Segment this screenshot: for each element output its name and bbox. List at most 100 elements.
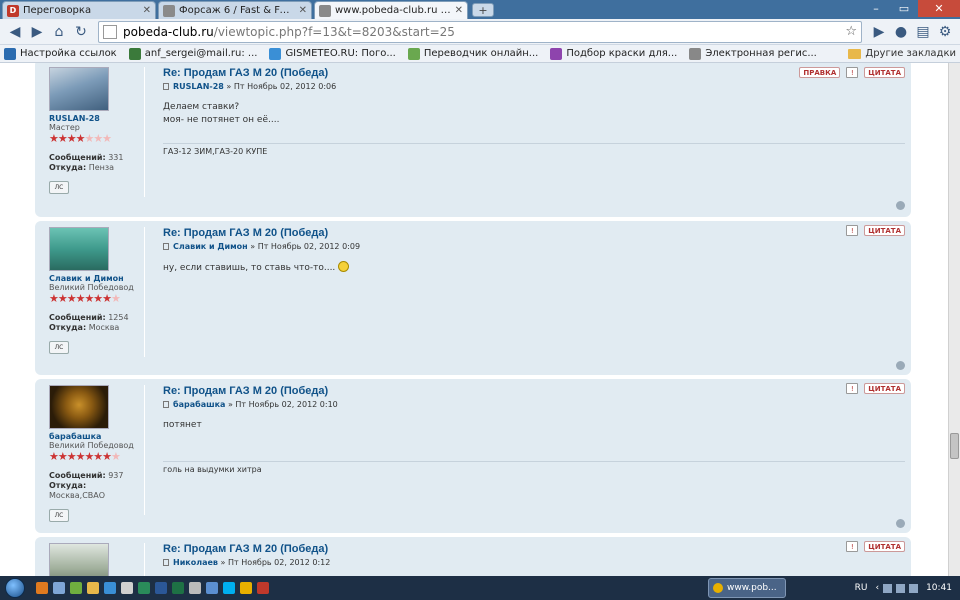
mail-icon[interactable] [121,582,133,594]
new-tab-button[interactable]: + [472,3,494,17]
report-icon[interactable]: ! [846,383,859,394]
author-name[interactable]: барабашка [49,432,144,441]
back-to-top-icon[interactable] [896,519,905,528]
play-icon[interactable]: ▶ [868,21,890,43]
app-icon[interactable] [206,582,218,594]
page-menu-icon[interactable]: ▤ [912,21,934,43]
word-icon[interactable] [155,582,167,594]
author-name[interactable]: Славик и Димон [49,274,144,283]
post-actions: ! ЦИТАТА [840,383,905,394]
volume-icon[interactable] [896,583,906,593]
wrench-icon[interactable]: ⚙ [934,21,956,43]
bookmark-label: Подбор краски для... [566,48,678,59]
chrome-icon[interactable] [240,582,252,594]
post-author-link[interactable]: Николаев [173,558,218,567]
author-name[interactable]: RUSLAN-28 [49,114,144,123]
bookmark-item[interactable]: Переводчик онлайн... [407,47,538,60]
post: Славик и Димон Великий Победовод ★★★★★★★… [35,221,911,375]
close-icon[interactable]: ✕ [299,5,307,16]
user-stats: Сообщений: 331 Откуда: Пенза [49,153,144,173]
quote-button[interactable]: ЦИТАТА [864,225,905,236]
back-to-top-icon[interactable] [896,361,905,370]
forward-icon[interactable]: ▶ [26,21,48,43]
skype-icon[interactable] [223,582,235,594]
page-content: RUSLAN-28 Мастер ★★★★★★★ Сообщений: 331 … [0,63,948,576]
back-icon[interactable]: ◀ [4,21,26,43]
tab-forsazh[interactable]: Форсаж 6 / Fast & Furio... ✕ [158,1,312,19]
pm-button[interactable]: ЛС [49,509,69,522]
home-icon[interactable]: ⌂ [48,21,70,43]
address-bar[interactable]: pobeda-club.ru/viewtopic.php?f=13&t=8203… [98,20,862,43]
clock[interactable]: 10:41 [926,583,952,593]
network-icon[interactable] [883,583,893,593]
signature: ГАЗ-12 ЗИМ,ГАЗ-20 КУПЕ [163,143,905,156]
bookmark-item[interactable]: anf_sergei@mail.ru: ... [128,47,257,60]
excel-icon[interactable] [172,582,184,594]
post-text-line: потянет [163,420,202,430]
bookmark-icon [269,47,282,60]
taskbar-chrome-window[interactable]: www.pob... [708,578,786,598]
close-icon[interactable]: ✕ [455,5,463,16]
avatar[interactable] [49,543,109,576]
quote-button[interactable]: ЦИТАТА [864,67,905,78]
avatar[interactable] [49,385,109,429]
language-indicator[interactable]: RU [855,583,868,593]
avatar[interactable] [49,227,109,271]
scroll-thumb[interactable] [950,433,959,459]
post-profile: Славик и Димон Великий Победовод ★★★★★★★… [49,227,145,357]
post-title[interactable]: Re: Продам ГАЗ М 20 (Победа) [163,385,905,397]
start-button[interactable] [0,576,30,600]
opera-icon[interactable] [257,582,269,594]
vertical-scrollbar[interactable] [948,63,960,576]
pm-button[interactable]: ЛС [49,341,69,354]
bookmark-item[interactable]: Настройка ссылок [4,47,117,60]
report-icon[interactable]: ! [846,67,859,78]
report-icon[interactable]: ! [846,225,859,236]
ie-icon[interactable] [104,582,116,594]
media-icon[interactable] [70,582,82,594]
post-date: » Пт Ноябрь 02, 2012 0:09 [250,242,361,251]
firefox-icon[interactable] [36,582,48,594]
back-to-top-icon[interactable] [896,201,905,210]
post-actions: ПРАВКА ! ЦИТАТА [793,67,905,78]
bookmark-item[interactable]: GISMETEO.RU: Пого... [269,47,396,60]
minimize-icon[interactable]: – [862,0,890,17]
tab-pobeda-club[interactable]: www.pobeda-club.ru • П... ✕ [314,1,468,19]
post-title[interactable]: Re: Продам ГАЗ М 20 (Победа) [163,227,905,239]
folder-icon [848,48,862,59]
power-icon[interactable] [909,583,919,593]
post-author-link[interactable]: RUSLAN-28 [173,82,224,91]
rank-stars: ★★★★★★★★ [49,450,121,463]
post-author-link[interactable]: Славик и Димон [173,242,248,251]
report-icon[interactable]: ! [846,541,859,552]
quote-button[interactable]: ЦИТАТА [864,383,905,394]
reload-icon[interactable]: ↻ [70,21,92,43]
bookmark-item[interactable]: Электронная регис... [689,47,817,60]
tray-expand-icon[interactable]: ‹ [875,583,879,593]
quote-button[interactable]: ЦИТАТА [864,541,905,552]
close-icon[interactable]: ✕ [143,5,151,16]
star-icon[interactable]: ☆ [845,24,857,39]
post-text: ну, если ставишь, то ставь что-то.... [163,261,905,275]
other-bookmarks[interactable]: Другие закладки [848,48,956,59]
window-close-icon[interactable]: ✕ [918,0,960,17]
explorer-icon[interactable] [53,582,65,594]
bookmark-icon [689,47,702,60]
post-date: » Пт Ноябрь 02, 2012 0:10 [227,400,338,409]
avatar[interactable] [49,67,109,111]
extension-icon[interactable]: ● [890,21,912,43]
maximize-icon[interactable]: ▭ [890,0,918,17]
folder-icon[interactable] [87,582,99,594]
settings-icon[interactable] [189,582,201,594]
posts-label: Сообщений: [49,313,106,322]
bookmark-item[interactable]: Подбор краски для... [550,47,678,60]
publisher-icon[interactable] [138,582,150,594]
edit-button[interactable]: ПРАВКА [799,67,841,78]
posts-label: Сообщений: [49,471,106,480]
tab-peregovorka[interactable]: D Переговорка ✕ [2,1,156,19]
post-title[interactable]: Re: Продам ГАЗ М 20 (Победа) [163,543,905,555]
post-profile: RUSLAN-28 Мастер ★★★★★★★ Сообщений: 331 … [49,67,145,197]
from-label: Откуда: [49,323,87,332]
pm-button[interactable]: ЛС [49,181,69,194]
post-author-link[interactable]: барабашка [173,400,225,409]
